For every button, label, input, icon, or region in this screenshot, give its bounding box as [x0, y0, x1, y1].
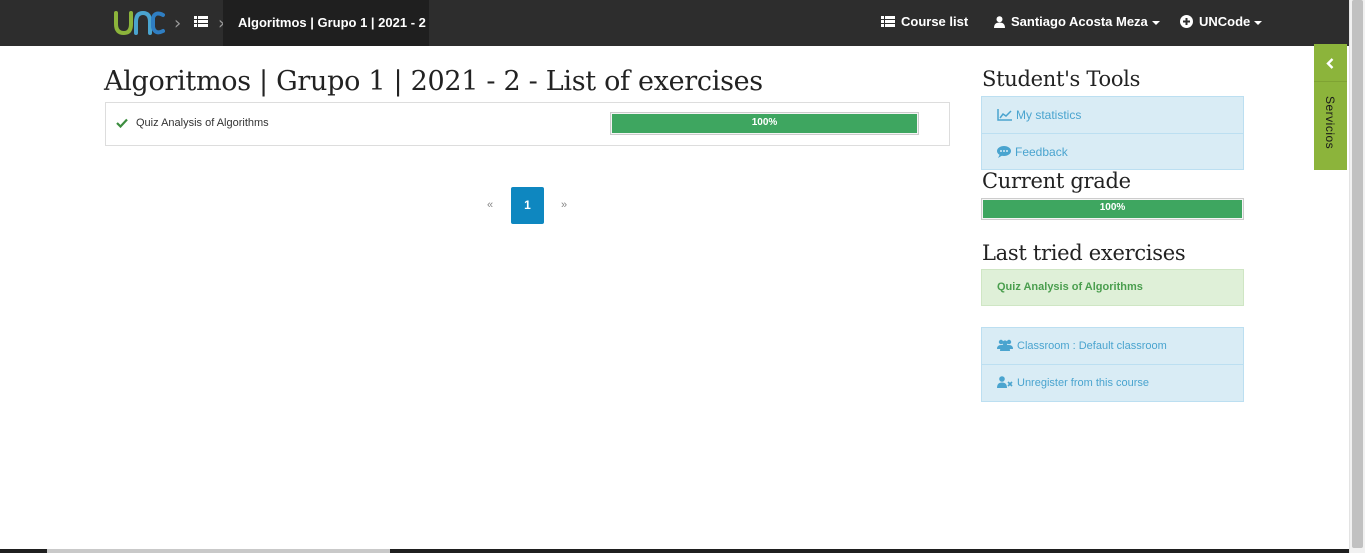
- servicios-side-tab[interactable]: Servicios: [1314, 44, 1347, 170]
- course-list-link[interactable]: Course list: [881, 0, 968, 46]
- page-title: Algoritmos | Grupo 1 | 2021 - 2 - List o…: [104, 66, 763, 97]
- plus-circle-icon: [1180, 15, 1193, 29]
- pagination-current-page[interactable]: 1: [511, 187, 544, 224]
- feedback-label: Feedback: [1015, 145, 1068, 159]
- user-remove-icon: [997, 376, 1013, 389]
- check-icon: [116, 118, 128, 128]
- chevron-left-icon: [1326, 58, 1334, 69]
- exercise-progress-fill: 100%: [612, 114, 917, 133]
- classroom-panel: Classroom : Default classroom Unregister…: [981, 327, 1244, 402]
- servicios-label: Servicios: [1323, 96, 1337, 150]
- exercise-link[interactable]: Quiz Analysis of Algorithms: [136, 117, 269, 129]
- app-menu-label: UNCode: [1199, 14, 1251, 29]
- user-icon: [994, 15, 1005, 28]
- unregister-label: Unregister from this course: [1017, 377, 1150, 389]
- user-menu[interactable]: Santiago Acosta Meza: [994, 0, 1160, 46]
- my-statistics-link[interactable]: My statistics: [982, 97, 1243, 133]
- servicios-toggle[interactable]: [1314, 44, 1347, 82]
- last-tried-heading: Last tried exercises: [982, 241, 1186, 265]
- list-icon[interactable]: [194, 16, 208, 27]
- course-list-label: Course list: [901, 14, 969, 29]
- unregister-link[interactable]: Unregister from this course: [982, 364, 1243, 400]
- grade-progress-fill: 100%: [983, 200, 1242, 218]
- users-icon: [997, 339, 1013, 352]
- feedback-link[interactable]: Feedback: [982, 133, 1243, 169]
- caret-down-icon: [1151, 20, 1160, 25]
- horizontal-scroll-thumb[interactable]: [47, 549, 390, 553]
- vertical-scrollbar[interactable]: [1349, 0, 1365, 553]
- comment-icon: [997, 145, 1011, 158]
- pagination-next[interactable]: »: [561, 199, 567, 211]
- last-tried-exercise-link[interactable]: Quiz Analysis of Algorithms: [981, 269, 1244, 306]
- breadcrumb-current-course[interactable]: Algoritmos | Grupo 1 | 2021 - 2: [223, 0, 429, 46]
- current-grade-heading: Current grade: [982, 169, 1131, 193]
- my-statistics-label: My statistics: [1016, 108, 1082, 122]
- classroom-label: Classroom : Default classroom: [1017, 340, 1167, 352]
- student-tools-panel: My statistics Feedback: [981, 96, 1244, 170]
- line-chart-icon: [997, 108, 1012, 121]
- student-tools-heading: Student's Tools: [982, 67, 1141, 91]
- classroom-link[interactable]: Classroom : Default classroom: [982, 328, 1243, 364]
- grade-progress-bar: 100%: [981, 198, 1244, 220]
- pagination-prev[interactable]: «: [487, 199, 493, 211]
- exercise-progress-bar: 100%: [610, 112, 919, 135]
- app-menu[interactable]: UNCode: [1180, 0, 1263, 46]
- list-icon: [881, 16, 895, 28]
- top-navbar: › › Algoritmos | Grupo 1 | 2021 - 2 Cour…: [0, 0, 1349, 46]
- chevron-right-icon: ›: [174, 13, 182, 34]
- scrollbar-thumb[interactable]: [1352, 0, 1363, 548]
- unc-logo[interactable]: [113, 9, 165, 37]
- caret-down-icon: [1254, 20, 1263, 25]
- exercise-list: Quiz Analysis of Algorithms 100%: [105, 102, 950, 146]
- user-name: Santiago Acosta Meza: [1011, 14, 1148, 29]
